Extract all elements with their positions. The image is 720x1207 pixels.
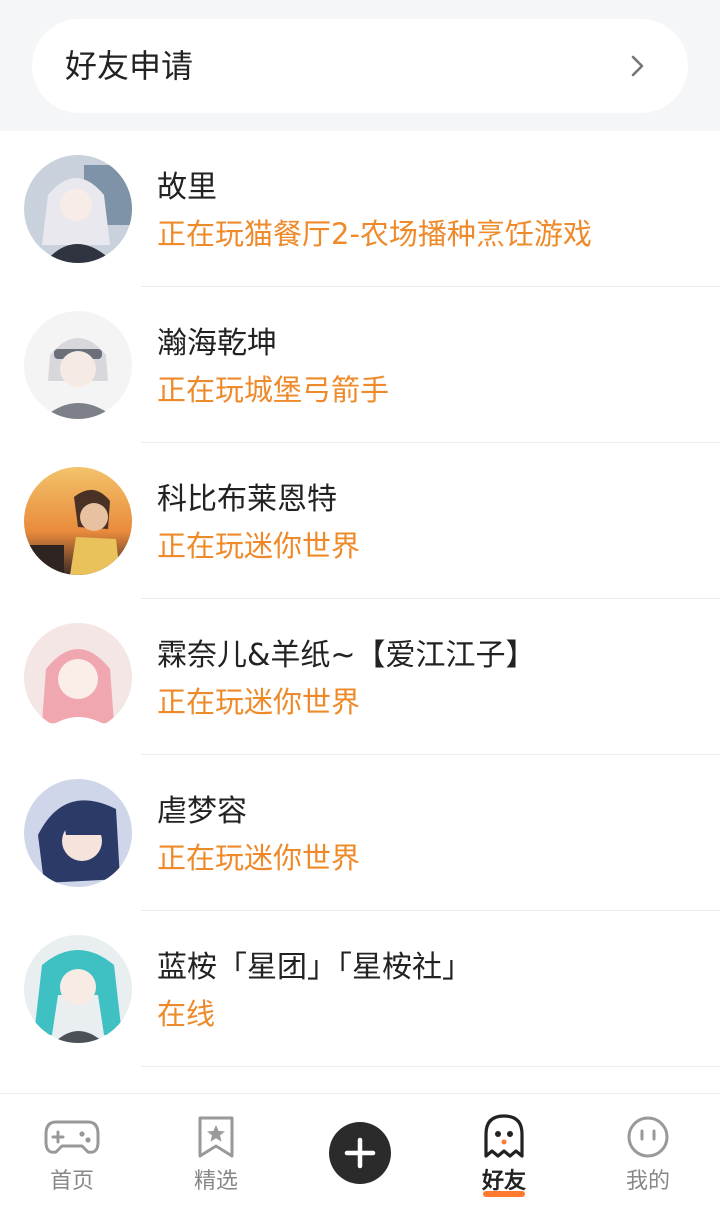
friend-list-item[interactable]: 蓝桉「星团」「星桉社」 在线 — [0, 911, 720, 1067]
divider — [141, 1066, 720, 1067]
friend-status: 正在玩迷你世界 — [157, 841, 361, 875]
active-tab-indicator — [483, 1191, 525, 1197]
friend-status: 在线 — [157, 997, 216, 1031]
plus-icon — [344, 1137, 376, 1169]
friend-status: 正在玩城堡弓箭手 — [157, 373, 390, 407]
avatar[interactable] — [24, 779, 132, 887]
friend-list-item[interactable]: 故里 正在玩猫餐厅2-农场播种烹饪游戏 — [0, 131, 720, 287]
avatar[interactable] — [24, 467, 132, 575]
friend-requests-label: 好友申请 — [65, 47, 194, 85]
tab-home[interactable]: 首页 — [12, 1094, 132, 1207]
friend-name: 霖奈儿&羊纸~【爱江江子】 — [157, 638, 536, 673]
friend-list-item[interactable]: 霖奈儿&羊纸~【爱江江子】 正在玩迷你世界 — [0, 599, 720, 755]
ghost-icon — [484, 1114, 524, 1158]
friend-status: 正在玩猫餐厅2-农场播种烹饪游戏 — [157, 217, 592, 251]
star-bookmark-icon — [198, 1116, 234, 1158]
tab-me[interactable]: 我的 — [588, 1094, 708, 1207]
tab-featured[interactable]: 精选 — [156, 1094, 276, 1207]
friend-name: 科比布莱恩特 — [157, 482, 337, 517]
friend-name: 瀚海乾坤 — [157, 326, 277, 361]
avatar[interactable] — [24, 623, 132, 731]
tab-label: 精选 — [193, 1169, 238, 1194]
friend-list: 故里 正在玩猫餐厅2-农场播种烹饪游戏 瀚海乾坤 正在玩城堡弓箭手 科比布莱恩特… — [0, 131, 720, 1093]
friend-request-section: 好友申请 — [0, 0, 720, 131]
chevron-right-icon — [631, 55, 644, 77]
friend-name: 蓝桉「星团」「星桉社」 — [157, 950, 472, 985]
bottom-tab-bar: 首页 精选 好友 我的 — [0, 1093, 720, 1207]
friend-list-item[interactable]: 虐梦容 正在玩迷你世界 — [0, 755, 720, 911]
friend-list-item[interactable]: 瀚海乾坤 正在玩城堡弓箭手 — [0, 287, 720, 443]
avatar[interactable] — [24, 155, 132, 263]
friend-requests-button[interactable]: 好友申请 — [32, 19, 688, 113]
friend-status: 正在玩迷你世界 — [157, 529, 361, 563]
gamepad-icon — [44, 1120, 100, 1154]
friend-name: 虐梦容 — [157, 794, 247, 829]
friend-list-item[interactable]: 科比布莱恩特 正在玩迷你世界 — [0, 443, 720, 599]
avatar[interactable] — [24, 935, 132, 1043]
friend-status: 正在玩迷你世界 — [157, 685, 361, 719]
add-button[interactable] — [329, 1122, 391, 1184]
tab-label: 我的 — [625, 1169, 670, 1194]
tab-label: 首页 — [49, 1169, 94, 1194]
face-icon — [627, 1116, 669, 1158]
friend-name: 故里 — [157, 170, 217, 205]
tab-friends[interactable]: 好友 — [444, 1094, 564, 1207]
avatar[interactable] — [24, 311, 132, 419]
